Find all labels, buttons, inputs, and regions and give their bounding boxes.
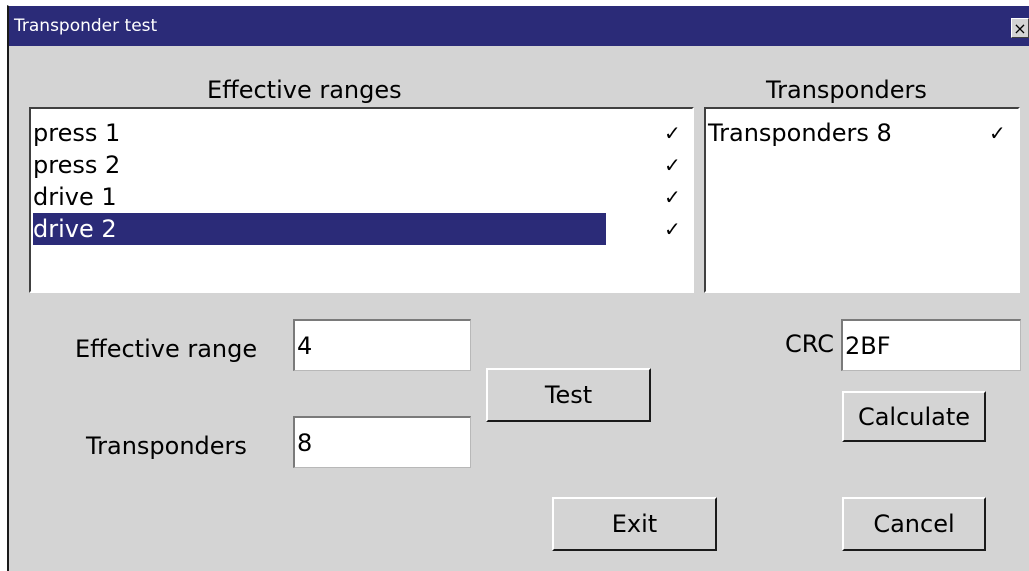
list-item-label: Transponders 8 [708, 119, 892, 147]
transponders-heading: Transponders [766, 76, 927, 104]
list-item-drive-2[interactable]: drive 2 ✓ [31, 213, 692, 245]
list-item-label: press 2 [33, 151, 121, 179]
list-item-label: drive 1 [33, 183, 117, 211]
cancel-button[interactable]: Cancel [842, 497, 986, 551]
close-button[interactable]: × [1011, 18, 1029, 38]
list-item-transponders-8[interactable]: Transponders 8 ✓ [706, 117, 1018, 149]
calculate-button[interactable]: Calculate [842, 391, 986, 442]
check-icon: ✓ [664, 217, 681, 241]
title-bar[interactable]: Transponder test × [9, 6, 1029, 46]
exit-button[interactable]: Exit [552, 497, 717, 551]
crc-field[interactable] [841, 319, 1021, 371]
list-item-press-1[interactable]: press 1 ✓ [31, 117, 692, 149]
effective-ranges-list[interactable]: press 1 ✓ press 2 ✓ drive 1 ✓ drive 2 ✓ [29, 107, 694, 293]
transponders-list[interactable]: Transponders 8 ✓ [704, 107, 1020, 293]
check-icon: ✓ [989, 121, 1006, 145]
transponders-field[interactable] [293, 416, 471, 468]
list-item-label: press 1 [33, 119, 121, 147]
test-button[interactable]: Test [486, 368, 651, 422]
list-item-drive-1[interactable]: drive 1 ✓ [31, 181, 692, 213]
window-title: Transponder test [14, 16, 158, 36]
check-icon: ✓ [664, 153, 681, 177]
transponders-label: Transponders [86, 432, 247, 460]
check-icon: ✓ [664, 185, 681, 209]
crc-label: CRC [785, 330, 834, 358]
check-icon: ✓ [664, 121, 681, 145]
list-item-press-2[interactable]: press 2 ✓ [31, 149, 692, 181]
effective-range-label: Effective range [75, 335, 258, 363]
transponder-test-dialog: Transponder test × Effective ranges pres… [7, 5, 1029, 571]
effective-ranges-heading: Effective ranges [207, 76, 402, 104]
close-icon: × [1013, 19, 1027, 38]
list-item-label-selected: drive 2 [33, 213, 606, 245]
effective-range-field[interactable] [293, 319, 471, 371]
